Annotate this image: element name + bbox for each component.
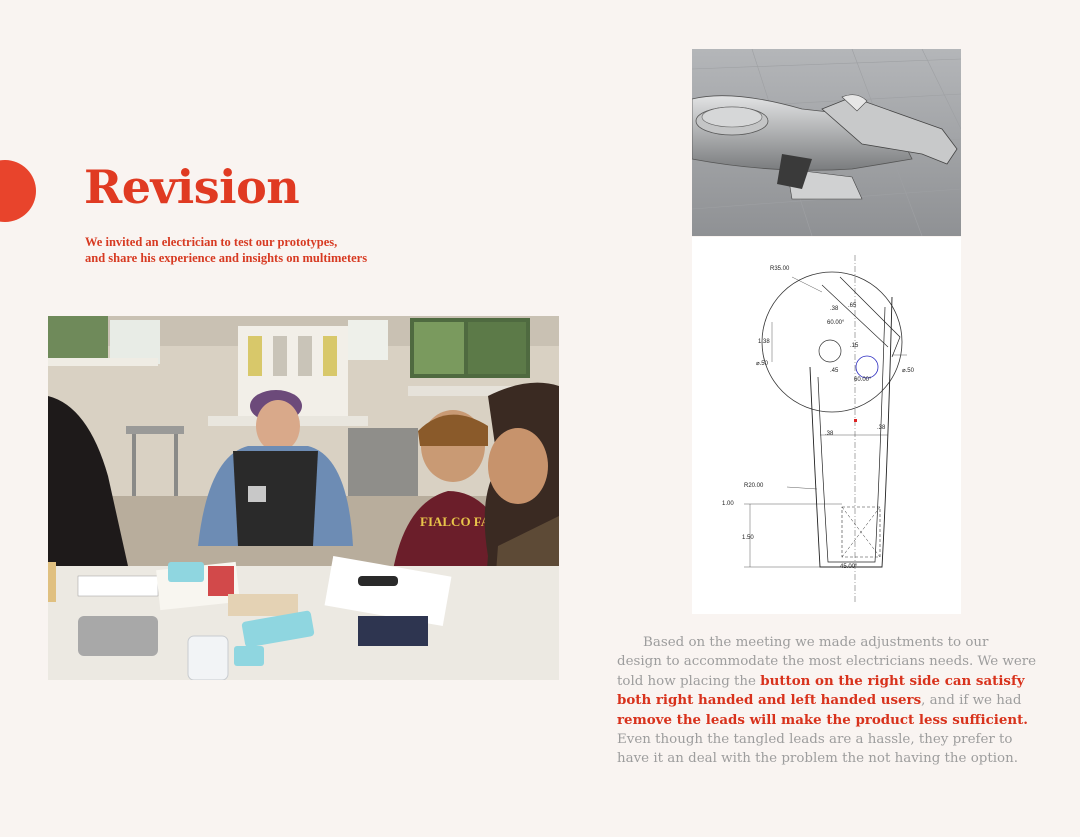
body-paragraph: Based on the meeting we made adjustments… — [617, 633, 1037, 769]
body-text-3: Even though the tangled leads are a hass… — [617, 732, 1018, 767]
highlight-leads: remove the leads will make the product l… — [617, 711, 1028, 728]
dim-label: 60.00° — [854, 377, 872, 383]
accent-circle — [0, 160, 36, 222]
meeting-photo-icon: FIALCO FALCONS — [48, 316, 559, 680]
page-subtitle: We invited an electrician to test our pr… — [85, 234, 425, 266]
dim-label: .38 — [825, 431, 834, 437]
page-title: Revision — [84, 160, 300, 214]
dim-label: 45.00° — [840, 564, 858, 570]
subtitle-line-2: and share his experience and insights on… — [85, 251, 368, 265]
dim-label: ⌀.50 — [902, 368, 915, 374]
dim-label: 1.50 — [742, 535, 754, 541]
dim-label: ⌀.50 — [756, 361, 769, 367]
dim-label: .38 — [877, 425, 886, 431]
dim-label: R35.00 — [770, 266, 790, 272]
dim-label: .15 — [850, 343, 859, 349]
dim-label: 60.00° — [827, 320, 845, 326]
technical-drawing-icon: R35.00 .38 .65 60.00° 1.38 .15 ⌀.50 .45 … — [692, 237, 961, 614]
dim-label: 1.00 — [722, 501, 734, 507]
dim-label: .65 — [848, 303, 857, 309]
dim-label: 1.38 — [758, 339, 770, 345]
dim-label: R20.00 — [744, 483, 764, 489]
dim-label: .45 — [830, 368, 839, 374]
body-text-2: , and if we had — [921, 693, 1022, 709]
subtitle-line-1: We invited an electrician to test our pr… — [85, 235, 338, 249]
multimeter-3d-render-icon — [692, 49, 961, 236]
dim-label: .38 — [830, 306, 839, 312]
